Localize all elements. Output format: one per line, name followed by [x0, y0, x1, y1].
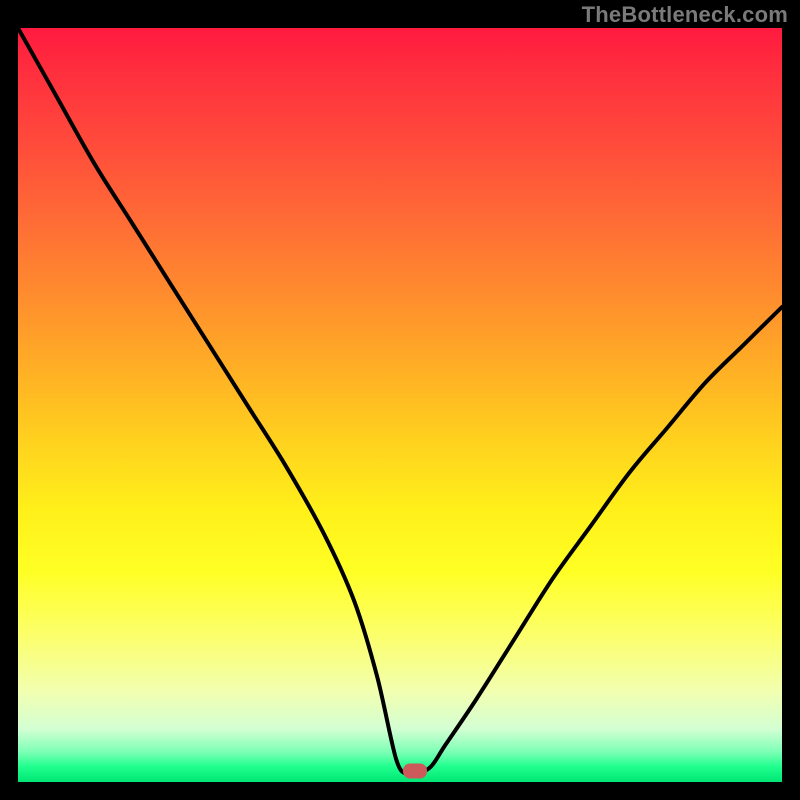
optimum-marker: [403, 763, 427, 778]
chart-frame: TheBottleneck.com: [0, 0, 800, 800]
watermark-text: TheBottleneck.com: [582, 2, 788, 28]
bottleneck-curve: [18, 28, 782, 782]
plot-area: [18, 28, 782, 782]
